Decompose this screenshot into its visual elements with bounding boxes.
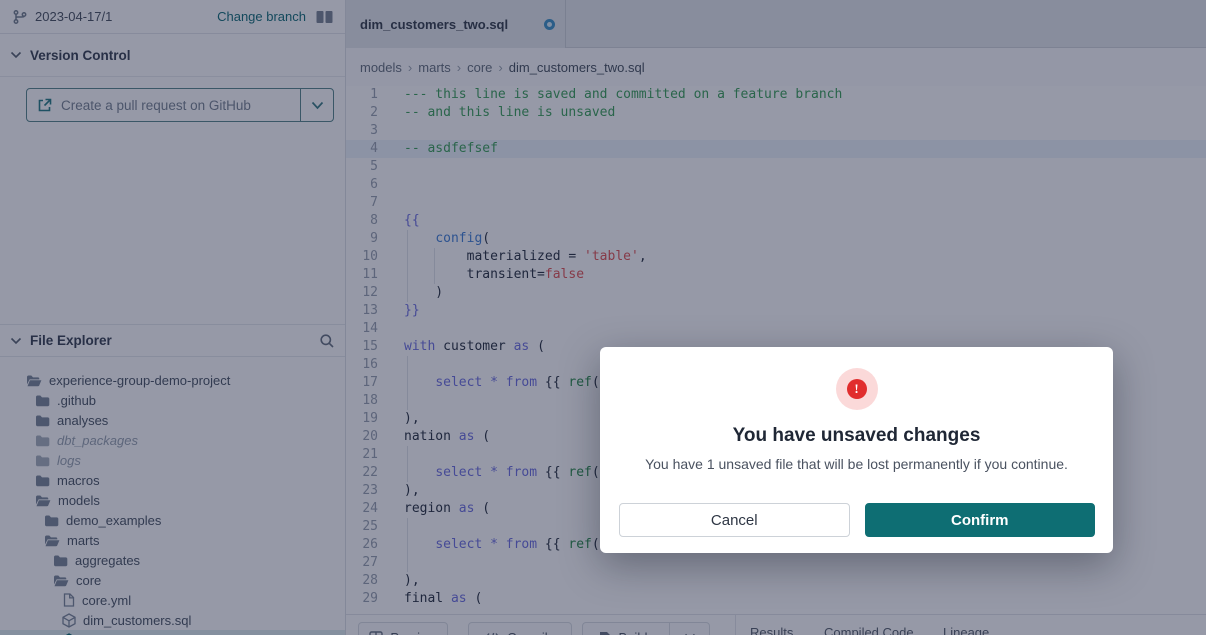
alert-icon-circle: ! xyxy=(836,368,878,410)
modal-title: You have unsaved changes xyxy=(600,425,1113,447)
cancel-button[interactable]: Cancel xyxy=(619,503,850,537)
exclamation-alert-icon: ! xyxy=(847,379,867,399)
modal-actions: Cancel Confirm xyxy=(619,503,1095,537)
confirm-button[interactable]: Confirm xyxy=(865,503,1096,537)
unsaved-changes-modal: ! You have unsaved changes You have 1 un… xyxy=(600,347,1113,553)
modal-body-text: You have 1 unsaved file that will be los… xyxy=(600,456,1113,472)
